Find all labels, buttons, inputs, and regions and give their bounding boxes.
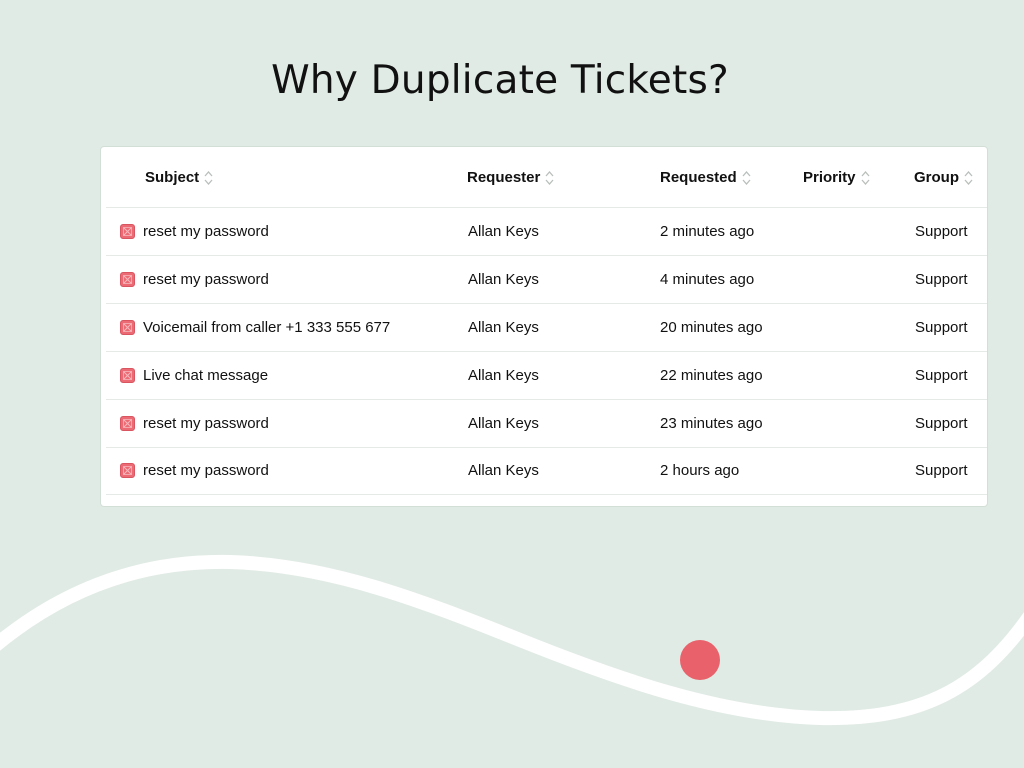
column-header-label: Requester: [467, 168, 541, 186]
ticket-requester: Allan Keys: [468, 271, 539, 288]
ticket-group: Support: [915, 415, 968, 432]
sort-icon: [964, 171, 973, 185]
ticket-group: Support: [915, 367, 968, 384]
table-row[interactable]: reset my password Allan Keys 4 minutes a…: [106, 256, 987, 304]
ticket-subject: Voicemail from caller +1 333 555 677: [143, 319, 391, 336]
table-row[interactable]: reset my password Allan Keys 2 hours ago…: [106, 447, 987, 495]
ticket-requested: 2 minutes ago: [660, 223, 755, 240]
table-header: Subject Requester Requested Priority Gro…: [106, 147, 987, 208]
ticket-subject: reset my password: [143, 271, 269, 288]
column-header-label: Priority: [803, 168, 856, 186]
ticket-requested: 23 minutes ago: [660, 415, 763, 432]
ticket-requested: 22 minutes ago: [660, 367, 763, 384]
sort-icon: [742, 171, 751, 185]
column-header-subject[interactable]: Subject: [145, 147, 213, 207]
table-row[interactable]: Voicemail from caller +1 333 555 677 All…: [106, 304, 987, 352]
ticket-status-icon: [120, 368, 135, 383]
ticket-group: Support: [915, 462, 968, 479]
ticket-requester: Allan Keys: [468, 367, 539, 384]
ticket-requested: 20 minutes ago: [660, 319, 763, 336]
column-header-label: Subject: [145, 168, 200, 186]
table-row[interactable]: reset my password Allan Keys 23 minutes …: [106, 400, 987, 448]
column-header-requested[interactable]: Requested: [660, 147, 751, 207]
table-row[interactable]: reset my password Allan Keys 2 minutes a…: [106, 208, 987, 256]
ticket-status-icon: [120, 463, 135, 478]
ticket-group: Support: [915, 223, 968, 240]
column-header-label: Group: [914, 168, 959, 186]
column-header-priority[interactable]: Priority: [803, 147, 870, 207]
ticket-subject: reset my password: [143, 462, 269, 479]
ticket-requester: Allan Keys: [468, 462, 539, 479]
ticket-status-icon: [120, 320, 135, 335]
column-header-label: Requested: [660, 168, 737, 186]
column-header-requester[interactable]: Requester: [467, 147, 554, 207]
ticket-requester: Allan Keys: [468, 223, 539, 240]
column-header-group[interactable]: Group: [914, 147, 973, 207]
ticket-subject: reset my password: [143, 223, 269, 240]
ticket-status-icon: [120, 416, 135, 431]
ticket-group: Support: [915, 271, 968, 288]
sort-icon: [861, 171, 870, 185]
decorative-dot: [680, 640, 720, 680]
ticket-requester: Allan Keys: [468, 319, 539, 336]
sort-icon: [204, 171, 213, 185]
ticket-group: Support: [915, 319, 968, 336]
page-title: Why Duplicate Tickets?: [271, 58, 729, 103]
ticket-status-icon: [120, 224, 135, 239]
ticket-subject: Live chat message: [143, 367, 269, 384]
sort-icon: [545, 171, 554, 185]
tickets-table: Subject Requester Requested Priority Gro…: [101, 147, 987, 506]
ticket-requester: Allan Keys: [468, 415, 539, 432]
ticket-requested: 4 minutes ago: [660, 271, 755, 288]
ticket-requested: 2 hours ago: [660, 462, 740, 479]
ticket-subject: reset my password: [143, 415, 269, 432]
table-row[interactable]: Live chat message Allan Keys 22 minutes …: [106, 352, 987, 400]
ticket-status-icon: [120, 272, 135, 287]
